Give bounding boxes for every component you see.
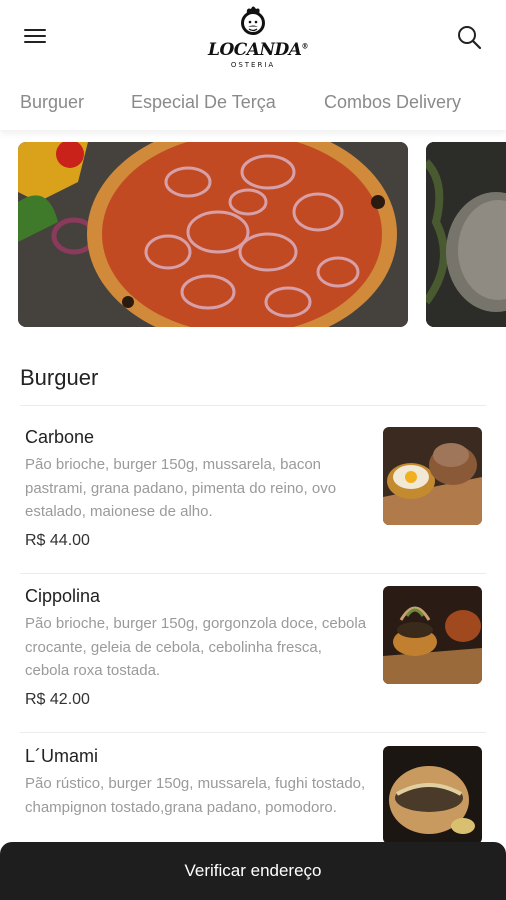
item-image bbox=[383, 586, 482, 684]
app-header: LOCANDA® OSTERIA bbox=[0, 0, 506, 78]
item-name: L´Umami bbox=[25, 746, 99, 766]
item-image bbox=[383, 746, 482, 844]
menu-item-carbone[interactable]: Carbone Pão brioche, burger 150g, mussar… bbox=[0, 427, 506, 587]
brand-subtitle: OSTERIA bbox=[230, 61, 276, 69]
section-divider bbox=[20, 405, 486, 406]
brand-logo: LOCANDA® OSTERIA bbox=[208, 4, 308, 70]
search-icon[interactable] bbox=[456, 24, 482, 50]
verify-address-button[interactable]: Verificar endereço bbox=[0, 842, 506, 900]
item-name: Carbone bbox=[25, 427, 95, 447]
tab-combos-delivery[interactable]: Combos Delivery bbox=[324, 92, 461, 113]
banner-pizza-image[interactable] bbox=[18, 142, 408, 327]
menu-item-cippolina[interactable]: Cippolina Pão brioche, burger 150g, gorg… bbox=[0, 586, 506, 746]
brand-wordmark: LOCANDA® bbox=[208, 40, 308, 60]
tab-especial-de-terca[interactable]: Especial De Terça bbox=[131, 92, 276, 113]
item-name: Cippolina bbox=[25, 586, 101, 606]
item-price: R$ 42.00 bbox=[25, 691, 90, 708]
hamburger-menu-icon[interactable] bbox=[22, 24, 48, 48]
item-description: Pão rústico, burger 150g, mussarela, fug… bbox=[25, 775, 366, 816]
tab-burguer[interactable]: Burguer bbox=[20, 92, 84, 113]
item-price: R$ 44.00 bbox=[25, 532, 90, 549]
banner-secondary-image[interactable] bbox=[426, 142, 506, 327]
item-divider bbox=[20, 732, 486, 733]
item-description: Pão brioche, burger 150g, mussarela, bac… bbox=[25, 456, 337, 520]
section-title: Burguer bbox=[20, 365, 99, 390]
item-description: Pão brioche, burger 150g, gorgonzola doc… bbox=[25, 615, 367, 679]
category-tabs: Burguer Especial De Terça Combos Deliver… bbox=[0, 78, 506, 130]
chef-logo-icon bbox=[241, 6, 265, 35]
item-image bbox=[383, 427, 482, 525]
item-divider bbox=[20, 573, 486, 574]
